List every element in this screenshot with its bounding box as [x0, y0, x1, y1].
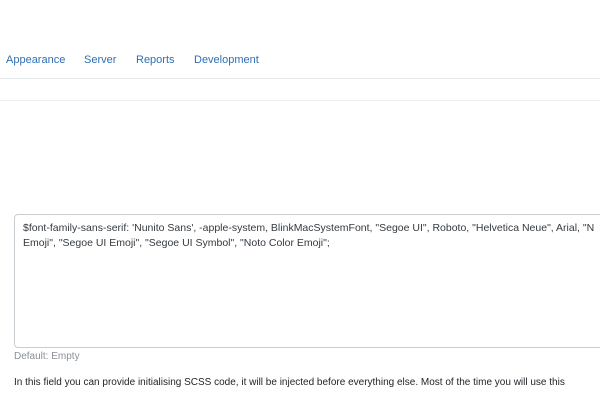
field-help-text: In this field you can provide initialisi… — [14, 377, 565, 388]
tab-server[interactable]: Server — [84, 53, 116, 67]
default-value-note: Default: Empty — [14, 351, 80, 362]
tab-reports[interactable]: Reports — [136, 53, 175, 67]
tab-development[interactable]: Development — [194, 53, 259, 67]
scss-code-line: Emoji", "Segoe UI Emoji", "Segoe UI Symb… — [23, 237, 330, 249]
scss-code-line: $font-family-sans-serif: 'Nunito Sans', … — [23, 222, 595, 234]
section-divider — [0, 100, 600, 101]
settings-tabs: Appearance Server Reports Development — [0, 44, 600, 79]
tab-appearance[interactable]: Appearance — [6, 53, 65, 67]
settings-page: Appearance Server Reports Development $f… — [0, 0, 600, 400]
scss-code-textarea[interactable]: $font-family-sans-serif: 'Nunito Sans', … — [14, 214, 600, 348]
